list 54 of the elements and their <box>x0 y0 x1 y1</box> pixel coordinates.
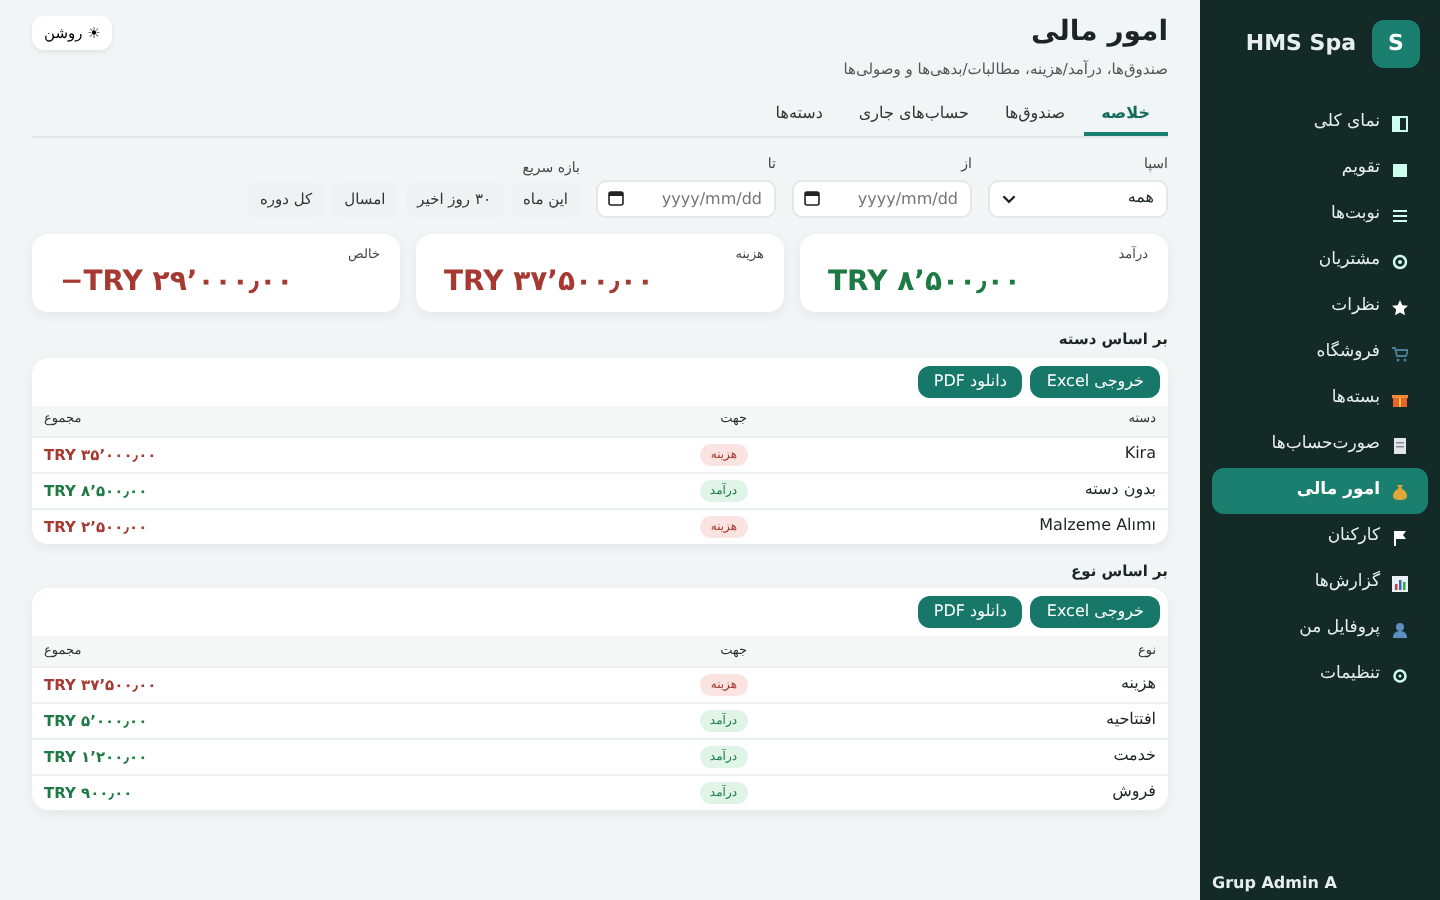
sidebar-item[interactable]: نمای کلی <box>1212 100 1428 146</box>
table-cell-text: خدمت <box>1111 744 1158 769</box>
gear-icon <box>1392 667 1408 683</box>
sidebar-item[interactable]: امور مالی <box>1212 468 1428 514</box>
date-field[interactable]: yyyy/mm/dd <box>596 179 776 218</box>
document-icon <box>1392 437 1408 453</box>
sidebar-item[interactable]: نوبت‌ها <box>1212 192 1428 238</box>
export-button[interactable]: دانلود PDF <box>917 365 1023 398</box>
cart-icon <box>1392 345 1408 361</box>
list-icon <box>1392 207 1408 223</box>
user-icon <box>1392 621 1408 637</box>
table-cell-text: فروش <box>1110 780 1158 805</box>
flag-icon <box>1392 529 1408 545</box>
sidebar-item[interactable]: مشتریان <box>1212 238 1428 284</box>
sidebar-item[interactable]: صورت‌حساب‌ها <box>1212 422 1428 468</box>
tab[interactable]: حساب‌های جاری <box>840 96 987 137</box>
gift-icon <box>1392 391 1408 407</box>
table-cell-text: افتتاحیه <box>1104 708 1158 733</box>
card-value: TRY ۸٬۵۰۰٫۰۰ <box>826 264 1023 301</box>
table-cell-text: هزینه <box>1118 672 1158 697</box>
calendar-icon[interactable] <box>804 189 820 206</box>
gear-icon <box>1392 253 1408 269</box>
card-value: −TRY ۲۹٬۰۰۰٫۰۰ <box>58 264 296 301</box>
table-cell-text: بدون دسته <box>1082 478 1158 503</box>
date-field[interactable]: yyyy/mm/dd <box>792 179 972 218</box>
bar-chart-icon <box>1392 575 1408 591</box>
sidebar-item[interactable]: تنظیمات <box>1212 652 1428 698</box>
caret-icon <box>1002 191 1016 206</box>
tab[interactable]: دسته‌ها <box>757 96 841 137</box>
export-button[interactable]: خروجی Excel <box>1030 365 1160 398</box>
table-cell-text: Malzeme Alımı <box>1037 514 1158 539</box>
logo: S <box>1372 20 1420 68</box>
page-title: امور مالی <box>1028 16 1168 50</box>
sidebar-item[interactable]: بسته‌ها <box>1212 376 1428 422</box>
panel-icon <box>1392 115 1408 131</box>
export-button[interactable]: دانلود PDF <box>917 595 1023 628</box>
sidebar-item[interactable]: گزارش‌ها <box>1212 560 1428 606</box>
sidebar-item[interactable]: تقویم <box>1212 146 1428 192</box>
card-value: TRY ۳۷٬۵۰۰٫۰۰ <box>442 264 656 301</box>
user-name: Grup Admin A <box>1212 872 1337 896</box>
star-icon <box>1392 299 1408 315</box>
spa-select[interactable]: همه <box>988 179 1168 218</box>
money-bag-icon <box>1392 483 1408 499</box>
tab[interactable]: صندوق‌ها <box>986 96 1084 137</box>
sidebar-item[interactable]: نظرات <box>1212 284 1428 330</box>
tab[interactable]: خلاصه <box>1083 96 1168 137</box>
calendar-icon <box>1392 161 1408 177</box>
export-button[interactable]: خروجی Excel <box>1030 595 1160 628</box>
table-cell-text: Kira <box>1122 442 1158 467</box>
calendar-icon[interactable] <box>608 189 624 206</box>
sidebar-item[interactable]: پروفایل من <box>1212 606 1428 652</box>
sidebar-item[interactable]: فروشگاه <box>1212 330 1428 376</box>
sidebar-item[interactable]: کارکنان <box>1212 514 1428 560</box>
brand-name: HMS Spa <box>1245 27 1356 60</box>
